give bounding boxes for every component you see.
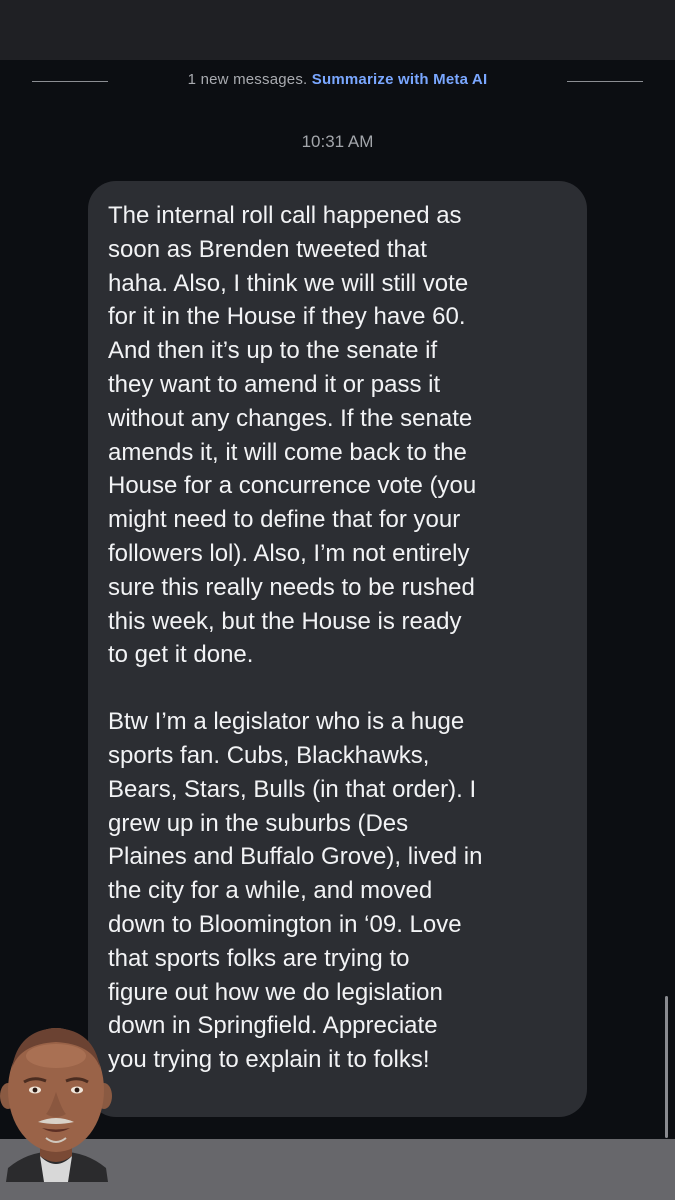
message-paragraph-2: Btw I’m a legislator who is a huge sport… <box>108 708 483 1074</box>
message-paragraph-1: The internal roll call happened as soon … <box>108 202 477 669</box>
new-messages-banner: 1 new messages. Summarize with Meta AI <box>0 71 675 88</box>
new-messages-count: 1 new messages. <box>187 71 308 88</box>
new-messages-divider: 1 new messages. Summarize with Meta AI <box>0 68 675 96</box>
summarize-with-meta-ai-link[interactable]: Summarize with Meta AI <box>312 71 488 88</box>
top-bar <box>0 0 675 60</box>
scrollbar[interactable] <box>665 996 668 1138</box>
divider-line-right <box>567 81 643 82</box>
message-bubble[interactable]: The internal roll call happened as soon … <box>88 181 587 1117</box>
avatar[interactable] <box>0 1010 112 1182</box>
message-timestamp: 10:31 AM <box>301 132 374 151</box>
